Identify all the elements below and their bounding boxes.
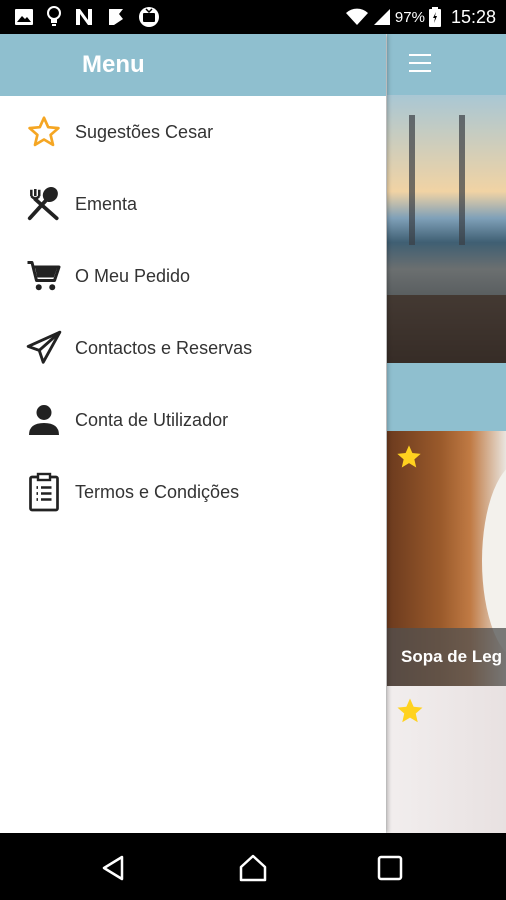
hero-banner-band xyxy=(387,363,506,431)
utensils-icon xyxy=(24,184,64,224)
dish-card[interactable]: Sopa de Leg xyxy=(387,431,506,686)
status-bar: 97% 15:28 xyxy=(0,0,506,34)
hamburger-menu-icon[interactable] xyxy=(409,54,431,72)
lightbulb-icon xyxy=(47,6,61,26)
menu-item-label: O Meu Pedido xyxy=(75,265,191,286)
user-icon xyxy=(24,400,64,440)
recents-icon[interactable] xyxy=(375,853,405,883)
app-toolbar xyxy=(387,34,506,95)
home-icon[interactable] xyxy=(238,853,268,883)
drawer-title: Menu xyxy=(82,51,145,78)
n-logo-icon xyxy=(76,9,92,25)
tv-icon xyxy=(139,7,159,27)
dish-card-title: Sopa de Leg xyxy=(387,628,506,686)
menu-item-contactos[interactable]: Contactos e Reservas xyxy=(0,312,386,384)
featured-star-icon xyxy=(397,698,423,723)
navigation-drawer: Menu Sugestões Cesar Ementa O Meu Pedido… xyxy=(0,34,386,833)
battery-icon xyxy=(428,7,441,27)
system-nav-bar xyxy=(0,833,506,900)
menu-item-label: Contactos e Reservas xyxy=(75,337,253,358)
star-outline-icon xyxy=(24,112,64,152)
status-left xyxy=(0,6,160,28)
clock: 15:28 xyxy=(450,6,496,27)
drawer-header: Menu xyxy=(0,34,386,96)
menu-item-label: Conta de Utilizador xyxy=(75,409,229,430)
menu-item-label: Ementa xyxy=(75,193,138,214)
status-right: 97% 15:28 xyxy=(345,7,506,28)
restaurant-hero-image xyxy=(387,95,506,363)
menu-item-sugestoes[interactable]: Sugestões Cesar xyxy=(0,96,386,168)
cart-icon xyxy=(24,256,64,296)
menu-item-label: Termos e Condições xyxy=(75,481,240,502)
drawer-menu-list: Sugestões Cesar Ementa O Meu Pedido Cont… xyxy=(0,96,386,528)
battery-percent: 97% xyxy=(394,8,425,26)
image-icon xyxy=(15,9,33,25)
menu-item-conta[interactable]: Conta de Utilizador xyxy=(0,384,386,456)
wifi-icon xyxy=(345,8,368,25)
menu-item-pedido[interactable]: O Meu Pedido xyxy=(0,240,386,312)
f-logo-icon xyxy=(109,9,123,25)
featured-star-icon xyxy=(397,445,421,468)
menu-item-ementa[interactable]: Ementa xyxy=(0,168,386,240)
menu-item-termos[interactable]: Termos e Condições xyxy=(0,456,386,528)
menu-item-label: Sugestões Cesar xyxy=(75,121,214,142)
clipboard-icon xyxy=(24,472,64,512)
signal-icon xyxy=(373,9,390,25)
back-icon[interactable] xyxy=(98,853,128,883)
send-icon xyxy=(24,328,64,368)
dish-card-2[interactable] xyxy=(387,686,506,833)
